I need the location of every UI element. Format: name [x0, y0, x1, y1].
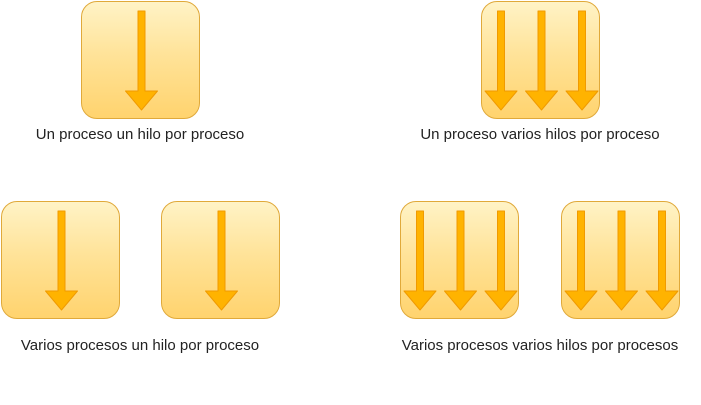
caption-single-process-single-thread: Un proceso un hilo por proceso: [35, 126, 245, 143]
process-box: [81, 1, 200, 119]
thread-arrow-icon: [45, 210, 78, 311]
thread-arrow-icon: [125, 10, 158, 111]
thread-arrows: [45, 210, 78, 311]
thread-arrow-icon: [645, 210, 679, 311]
process-box: [1, 201, 120, 319]
process-box: [561, 201, 680, 319]
thread-arrows: [403, 210, 518, 311]
thread-arrow-icon: [525, 10, 558, 111]
thread-arrow-icon: [205, 210, 238, 311]
thread-arrow-icon: [564, 210, 598, 311]
thread-arrow-icon: [565, 10, 599, 111]
thread-arrows: [564, 210, 679, 311]
caption-single-process-multi-thread: Un proceso varios hilos por proceso: [420, 126, 660, 143]
thread-arrow-icon: [484, 210, 518, 311]
thread-arrow-icon: [444, 210, 477, 311]
thread-arrows: [484, 10, 599, 111]
thread-arrows: [205, 210, 238, 311]
thread-arrow-icon: [605, 210, 638, 311]
thread-arrow-icon: [484, 10, 518, 111]
process-box: [161, 201, 280, 319]
process-box: [400, 201, 519, 319]
thread-arrows: [125, 10, 158, 111]
thread-arrow-icon: [403, 210, 437, 311]
process-box: [481, 1, 600, 119]
caption-multi-process-single-thread: Varios procesos un hilo por proceso: [20, 337, 260, 354]
caption-multi-process-multi-thread: Varios procesos varios hilos por proceso…: [401, 337, 679, 354]
